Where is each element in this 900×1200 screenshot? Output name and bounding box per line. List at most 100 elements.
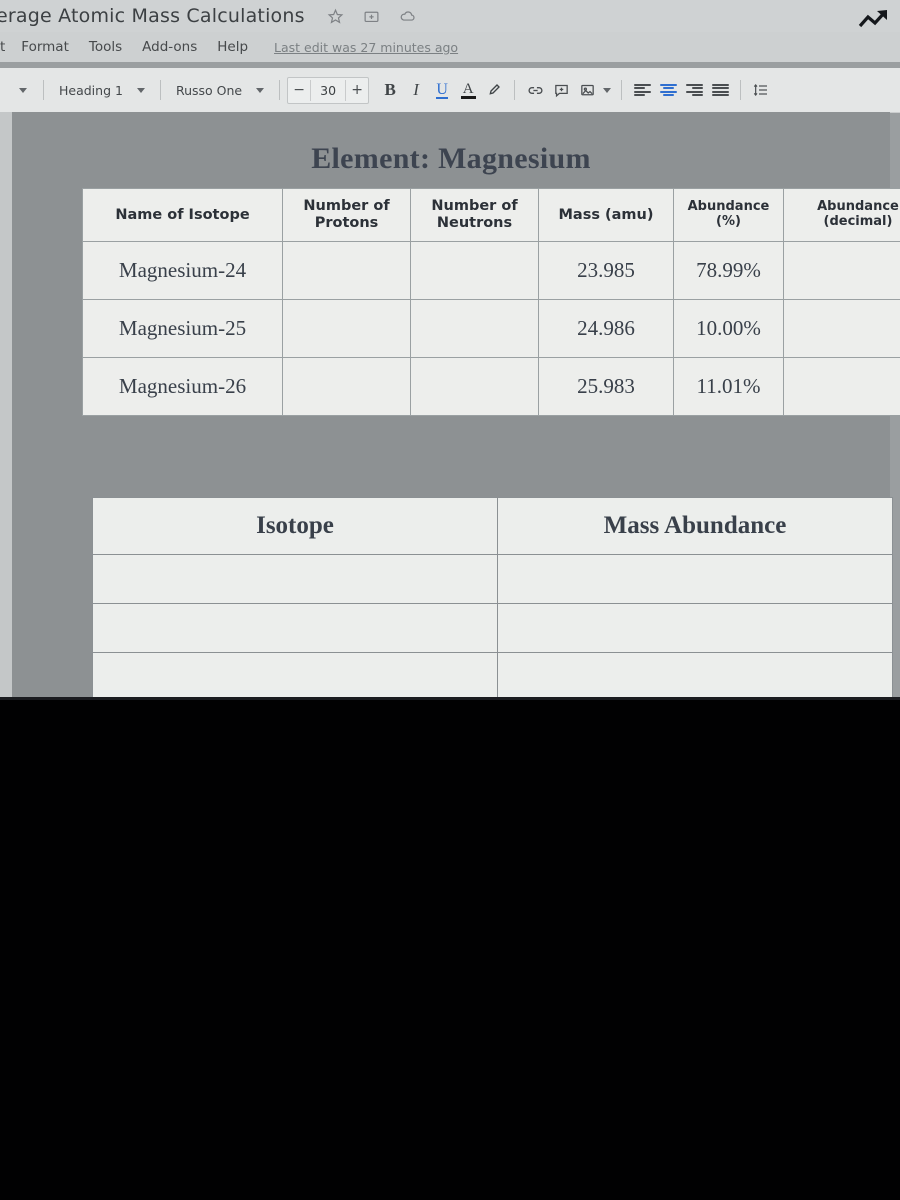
cell-isotope-name[interactable]: Magnesium-26 xyxy=(82,357,283,416)
column-header-mass-abundance: Mass Abundance xyxy=(497,497,893,555)
star-icon[interactable] xyxy=(327,8,344,25)
add-comment-button[interactable] xyxy=(548,77,574,103)
cell-mass-abundance[interactable] xyxy=(497,652,893,700)
highlight-button[interactable] xyxy=(481,77,507,103)
docs-title-bar: erage Atomic Mass Calculations xyxy=(0,0,900,32)
font-size-value[interactable]: 30 xyxy=(310,79,347,101)
table-row[interactable] xyxy=(92,554,893,604)
menu-item-format[interactable]: Format xyxy=(21,39,69,55)
paragraph-style-label: Heading 1 xyxy=(59,82,123,98)
text-color-swatch xyxy=(460,95,476,99)
document-title[interactable]: erage Atomic Mass Calculations xyxy=(0,5,305,27)
align-center-icon xyxy=(659,83,677,97)
cell-isotope-name[interactable]: Magnesium-24 xyxy=(82,241,283,300)
align-justify-icon xyxy=(711,83,729,97)
toolbar-divider xyxy=(621,80,623,100)
cell-mass[interactable]: 25.983 xyxy=(538,357,674,416)
dark-background-area xyxy=(0,700,900,1200)
menu-item-help[interactable]: Help xyxy=(217,39,248,55)
cell-protons[interactable] xyxy=(282,299,411,358)
column-header-mass-amu: Mass (amu) xyxy=(538,188,674,242)
table-row[interactable] xyxy=(92,603,893,653)
page-left-margin-strip xyxy=(0,112,12,697)
insert-image-button[interactable] xyxy=(574,77,600,103)
cloud-saved-icon[interactable] xyxy=(399,8,416,25)
cell-neutrons[interactable] xyxy=(410,241,539,300)
cell-mass-abundance[interactable] xyxy=(497,554,893,604)
table-row[interactable]: Magnesium-25 24.986 10.00% xyxy=(82,299,900,358)
line-spacing-button[interactable] xyxy=(748,77,774,103)
cell-protons[interactable] xyxy=(282,357,411,416)
menu-item-addons[interactable]: Add-ons xyxy=(142,39,197,55)
align-justify-button[interactable] xyxy=(707,77,733,103)
move-to-folder-icon[interactable] xyxy=(363,8,380,25)
cell-mass[interactable]: 24.986 xyxy=(538,299,674,358)
header-line: Name of Isotope xyxy=(115,206,250,223)
font-size-increase-button[interactable]: + xyxy=(346,82,368,98)
comment-icon xyxy=(554,84,568,97)
cell-neutrons[interactable] xyxy=(410,299,539,358)
text-color-letter: A xyxy=(462,80,474,97)
header-line: Abundance xyxy=(817,199,899,215)
cell-abundance-percent[interactable]: 78.99% xyxy=(673,241,784,300)
chevron-down-icon xyxy=(136,87,145,93)
cell-mass[interactable]: 23.985 xyxy=(538,241,674,300)
cell-abundance-decimal[interactable] xyxy=(783,357,900,416)
underline-button[interactable]: U xyxy=(429,77,455,103)
toolbar-divider xyxy=(159,80,161,100)
cell-abundance-percent[interactable]: 10.00% xyxy=(673,299,784,358)
table-header-row: Isotope Mass Abundance xyxy=(92,497,893,555)
cell-isotope[interactable] xyxy=(92,603,498,653)
text-color-icon: A xyxy=(460,80,476,99)
font-size-decrease-button[interactable]: − xyxy=(288,82,310,98)
header-line: Protons xyxy=(314,215,379,231)
header-line: Mass (amu) xyxy=(558,206,654,223)
insert-link-button[interactable] xyxy=(522,77,548,103)
table-row[interactable]: Magnesium-26 25.983 11.01% xyxy=(82,357,900,416)
last-edit-status[interactable]: Last edit was 27 minutes ago xyxy=(274,40,458,55)
italic-button[interactable]: I xyxy=(403,77,429,103)
zigzag-arrow-cursor xyxy=(858,10,887,28)
isotope-table[interactable]: Name of Isotope Number of Protons Number… xyxy=(82,188,900,416)
text-color-button[interactable]: A xyxy=(455,77,481,103)
image-options-caret-icon[interactable] xyxy=(600,77,614,103)
header-line: (%) xyxy=(716,214,741,229)
cell-neutrons[interactable] xyxy=(410,357,539,416)
cell-protons[interactable] xyxy=(282,241,411,300)
align-left-button[interactable] xyxy=(629,77,655,103)
menu-item-tools[interactable]: Tools xyxy=(89,39,122,55)
cell-isotope[interactable] xyxy=(92,554,498,604)
docs-toolbar: Heading 1 Russo One − 30 + B I U A xyxy=(0,68,900,113)
chevron-down-icon xyxy=(256,87,265,93)
table-row[interactable] xyxy=(92,652,893,700)
column-header-number-of-protons: Number of Protons xyxy=(282,188,411,242)
cell-abundance-percent[interactable]: 11.01% xyxy=(673,357,784,416)
font-family-label: Russo One xyxy=(175,82,243,98)
align-right-button[interactable] xyxy=(681,77,707,103)
mass-abundance-table[interactable]: Isotope Mass Abundance xyxy=(92,497,893,700)
chromebook-screen: erage Atomic Mass Calculations t Format … xyxy=(0,0,900,700)
bold-button[interactable]: B xyxy=(377,77,403,103)
align-left-icon xyxy=(633,83,651,97)
paragraph-style-dropdown[interactable]: Heading 1 xyxy=(51,77,153,103)
column-header-abundance-percent: Abundance (%) xyxy=(673,188,784,242)
header-line: Neutrons xyxy=(436,215,513,231)
cell-mass-abundance[interactable] xyxy=(497,603,893,653)
document-page[interactable]: Element: Magnesium Name of Isotope Numbe… xyxy=(12,112,900,700)
align-right-icon xyxy=(685,83,703,97)
column-header-isotope: Isotope xyxy=(92,497,498,555)
font-size-stepper[interactable]: − 30 + xyxy=(287,76,370,104)
cell-isotope[interactable] xyxy=(92,652,498,700)
highlighter-icon xyxy=(489,84,501,95)
menu-item-insert[interactable]: t xyxy=(0,39,5,55)
cell-abundance-decimal[interactable] xyxy=(783,241,900,300)
font-family-dropdown[interactable]: Russo One xyxy=(168,77,272,103)
header-line: Abundance xyxy=(687,199,770,215)
align-center-button[interactable] xyxy=(655,77,681,103)
header-line: (decimal) xyxy=(823,214,893,229)
cell-isotope-name[interactable]: Magnesium-25 xyxy=(82,299,283,358)
line-spacing-icon xyxy=(753,84,768,96)
toolbar-overflow-caret-icon[interactable] xyxy=(10,77,36,103)
table-row[interactable]: Magnesium-24 23.985 78.99% xyxy=(82,241,900,300)
cell-abundance-decimal[interactable] xyxy=(783,299,900,358)
